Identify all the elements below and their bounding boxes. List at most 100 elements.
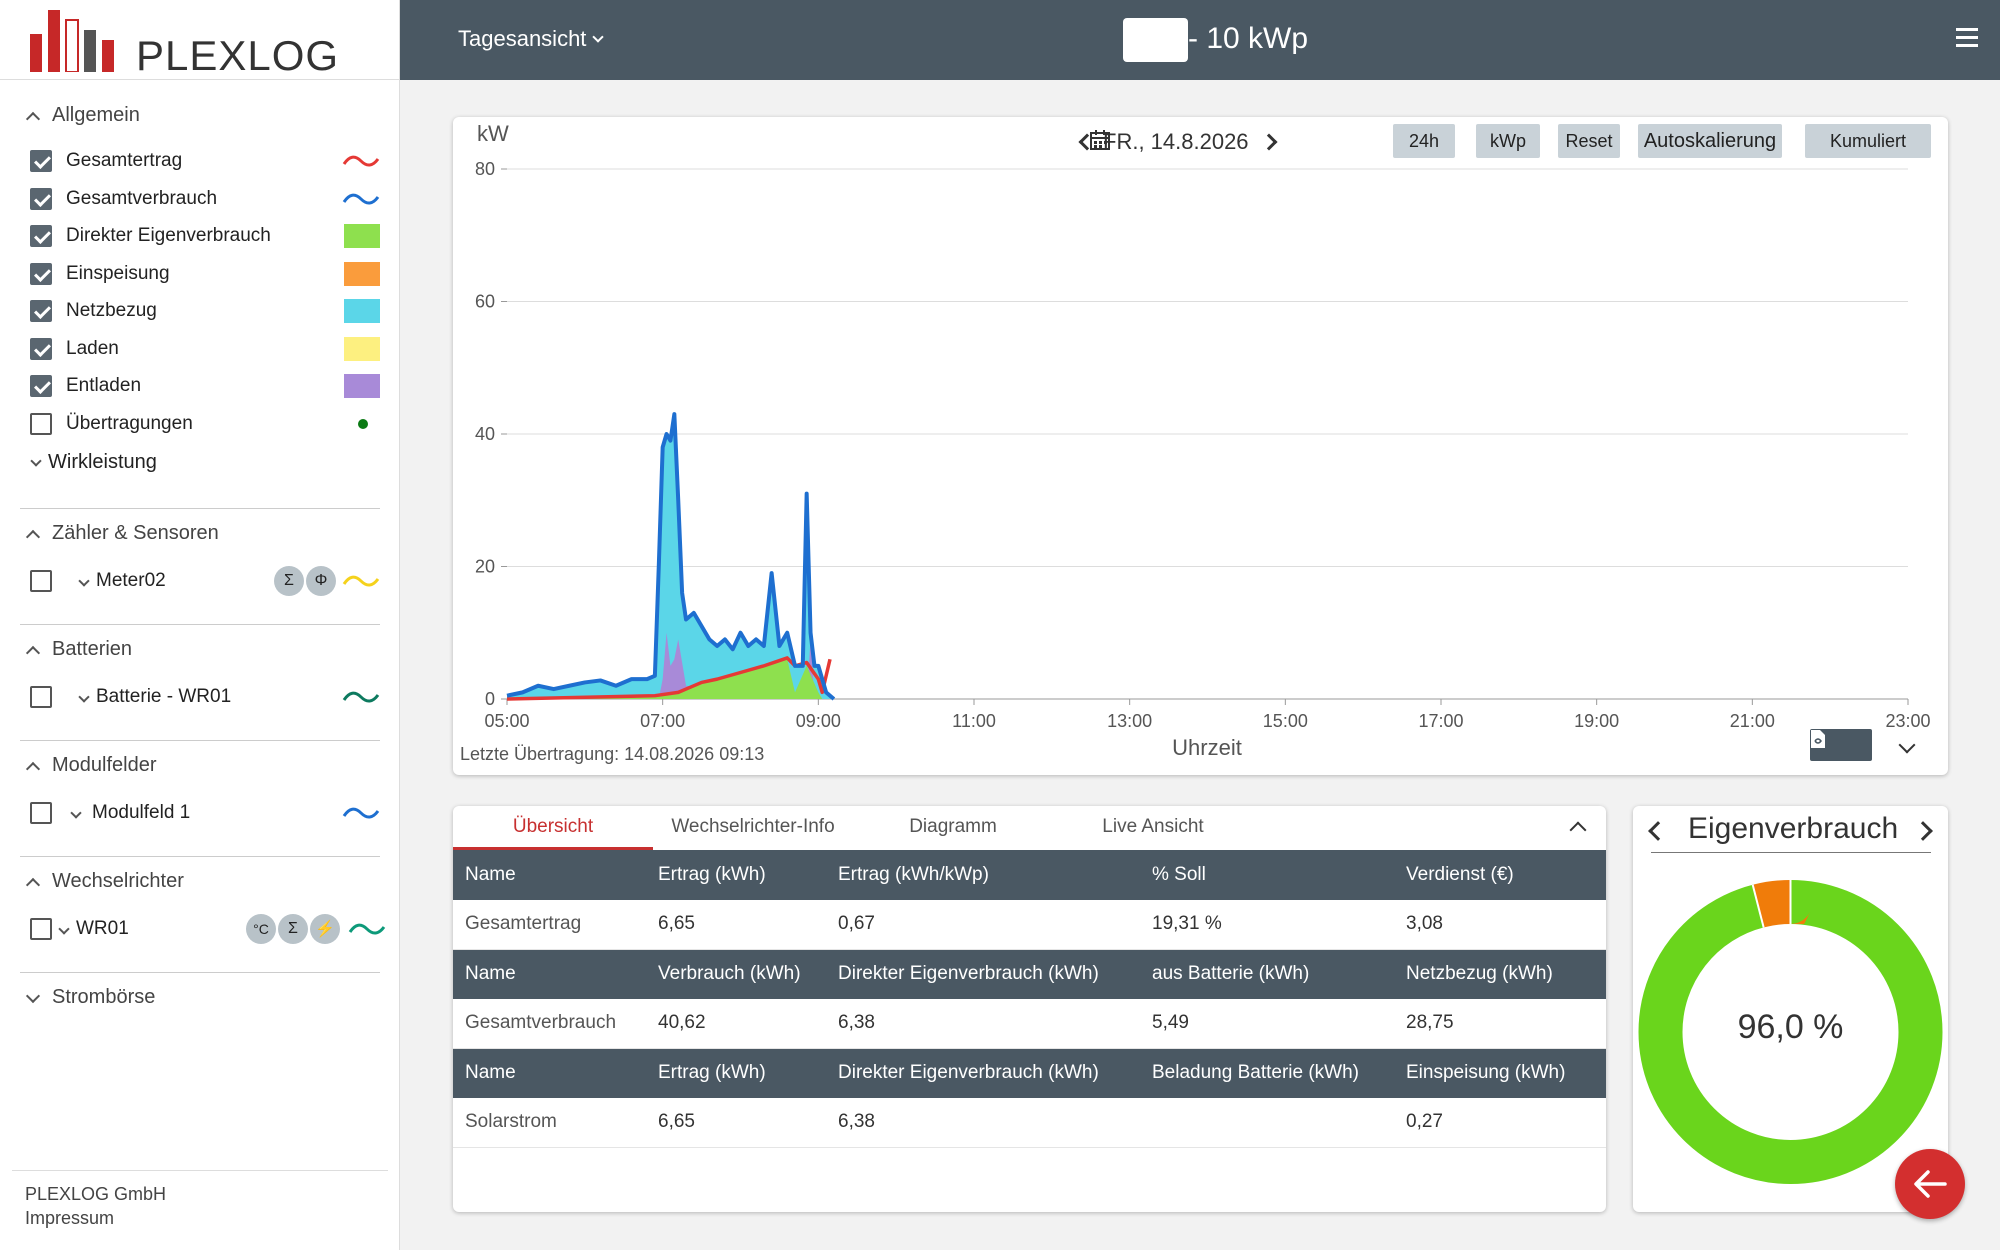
legend-label: Gesamtverbrauch bbox=[66, 188, 218, 209]
x-tick-label: 17:00 bbox=[1418, 711, 1463, 731]
next-day-icon[interactable] bbox=[1260, 133, 1278, 151]
table-row: Solarstrom 6,65 6,38 0,27 bbox=[453, 1098, 1606, 1148]
checkbox[interactable] bbox=[30, 150, 52, 172]
y-axis-label: kW bbox=[477, 121, 509, 146]
checkbox[interactable] bbox=[30, 686, 52, 708]
section-modulfelder-header[interactable]: Modulfelder bbox=[25, 754, 157, 777]
table-header-row: Name Ertrag (kWh) Ertrag (kWh/kWp) % Sol… bbox=[453, 850, 1606, 900]
meter02-item[interactable]: Meter02 Σ Φ bbox=[30, 566, 380, 596]
sum-badge-icon[interactable]: Σ bbox=[274, 566, 304, 596]
btn-kwp[interactable]: kWp bbox=[1476, 124, 1540, 158]
wave-teal-icon bbox=[348, 923, 386, 935]
current-date[interactable]: FR., 14.8.2026 bbox=[1103, 129, 1249, 155]
last-transfer-text: Letzte Übertragung: 14.08.2026 09:13 bbox=[460, 744, 765, 764]
hamburger-menu-icon[interactable] bbox=[1956, 28, 1978, 48]
table-header: Direkter Eigenverbrauch (kWh) bbox=[826, 1048, 1140, 1098]
dot-icon bbox=[358, 419, 368, 429]
btn-reset[interactable]: Reset bbox=[1558, 124, 1620, 158]
chevron-down-icon bbox=[592, 31, 605, 43]
export-button[interactable] bbox=[1810, 729, 1872, 761]
tab-live-ansicht[interactable]: Live Ansicht bbox=[1053, 806, 1253, 850]
section-batterien-header[interactable]: Batterien bbox=[25, 638, 132, 661]
batterie-item[interactable]: Batterie - WR01 bbox=[30, 683, 380, 711]
wave-red-icon bbox=[342, 155, 380, 167]
checkbox[interactable] bbox=[30, 225, 52, 247]
temperature-badge-icon[interactable]: °C bbox=[246, 914, 276, 944]
sidebar: PLEXLOG Allgemein Gesamtertrag Gesamtver… bbox=[0, 0, 400, 1250]
btn-autoskalierung[interactable]: Autoskalierung bbox=[1638, 124, 1782, 158]
chevron-up-icon bbox=[25, 761, 41, 776]
impressum-link[interactable]: Impressum bbox=[25, 1208, 114, 1229]
legend-item-laden[interactable]: Laden bbox=[30, 335, 380, 363]
chevron-down-icon[interactable] bbox=[78, 575, 90, 587]
sum-badge-icon[interactable]: Σ bbox=[278, 914, 308, 944]
section-title: Zähler & Sensoren bbox=[52, 522, 219, 544]
view-selector[interactable]: Tagesansicht bbox=[458, 26, 605, 52]
checkbox[interactable] bbox=[30, 918, 52, 940]
tab-wechselrichter-info[interactable]: Wechselrichter-Info bbox=[653, 806, 853, 850]
x-tick-label: 07:00 bbox=[640, 711, 685, 731]
color-swatch bbox=[344, 337, 380, 361]
table-cell bbox=[1140, 1098, 1394, 1148]
back-button[interactable] bbox=[1895, 1149, 1965, 1219]
wr01-item[interactable]: WR01 °C Σ ⚡ bbox=[30, 914, 386, 944]
table-cell: Solarstrom bbox=[453, 1098, 646, 1148]
btn-kumuliert[interactable]: Kumuliert bbox=[1805, 124, 1931, 158]
tab-diagramm[interactable]: Diagramm bbox=[853, 806, 1053, 850]
phase-badge-icon[interactable]: Φ bbox=[306, 566, 336, 596]
section-zaehler-header[interactable]: Zähler & Sensoren bbox=[25, 522, 219, 545]
checkbox[interactable] bbox=[30, 570, 52, 592]
plant-name-box bbox=[1123, 18, 1188, 62]
x-tick-label: 13:00 bbox=[1107, 711, 1152, 731]
section-allgemein-header[interactable]: Allgemein bbox=[25, 104, 140, 127]
checkbox[interactable] bbox=[30, 300, 52, 322]
color-swatch bbox=[344, 224, 380, 248]
chevron-up-icon bbox=[25, 877, 41, 892]
checkbox[interactable] bbox=[30, 188, 52, 210]
section-stromboerse-header[interactable]: Strombörse bbox=[25, 986, 155, 1009]
calendar-icon[interactable] bbox=[1089, 129, 1111, 151]
section-wechselrichter-header[interactable]: Wechselrichter bbox=[25, 870, 184, 893]
chevron-down-icon[interactable] bbox=[70, 807, 82, 819]
table-header: Verdienst (€) bbox=[1394, 850, 1606, 900]
brand-name: PLEXLOG bbox=[136, 32, 340, 79]
section-title: Modulfelder bbox=[52, 754, 157, 776]
legend-item-entladen[interactable]: Entladen bbox=[30, 372, 380, 400]
checkbox[interactable] bbox=[30, 413, 52, 435]
power-badge-icon[interactable]: ⚡ bbox=[310, 914, 340, 944]
power-chart[interactable]: 0 20 40 60 80 05:00 07:00 09:00 11:00 13:00 15:00 1… bbox=[453, 117, 1948, 775]
table-cell: 6,65 bbox=[646, 1098, 826, 1148]
legend-item-gesamtertrag[interactable]: Gesamtertrag bbox=[30, 147, 380, 175]
checkbox[interactable] bbox=[30, 263, 52, 285]
wirkleistung-toggle[interactable]: Wirkleistung bbox=[30, 451, 157, 474]
table-header: Name bbox=[453, 850, 646, 900]
chevron-down-icon[interactable] bbox=[78, 691, 90, 703]
x-axis-label: Uhrzeit bbox=[1172, 735, 1242, 760]
checkbox[interactable] bbox=[30, 802, 52, 824]
modulfeld-item[interactable]: Modulfeld 1 bbox=[30, 799, 380, 827]
chevron-down-icon bbox=[25, 988, 41, 1003]
top-bar: Tagesansicht - 10 kWp bbox=[400, 0, 2000, 80]
checkbox[interactable] bbox=[30, 338, 52, 360]
plexlog-logo[interactable]: PLEXLOG bbox=[28, 6, 338, 79]
footer-company: PLEXLOG GmbH bbox=[25, 1184, 167, 1204]
btn-24h[interactable]: 24h bbox=[1393, 124, 1455, 158]
section-divider bbox=[20, 856, 380, 857]
x-tick-label: 11:00 bbox=[952, 711, 996, 731]
legend-item-uebertragungen[interactable]: Übertragungen bbox=[30, 410, 380, 438]
chevron-up-icon[interactable] bbox=[1569, 821, 1587, 839]
chart-card: 0 20 40 60 80 05:00 07:00 09:00 11:00 13:00 15:00 1… bbox=[453, 117, 1948, 775]
chevron-down-icon[interactable] bbox=[58, 923, 70, 935]
legend-item-gesamtverbrauch[interactable]: Gesamtverbrauch bbox=[30, 185, 380, 213]
summary-table: Name Ertrag (kWh) Ertrag (kWh/kWp) % Sol… bbox=[453, 850, 1606, 1148]
legend-item-direkter-eigenverbrauch[interactable]: Direkter Eigenverbrauch bbox=[30, 222, 380, 250]
tab-uebersicht[interactable]: Übersicht bbox=[453, 806, 653, 850]
legend-item-netzbezug[interactable]: Netzbezug bbox=[30, 297, 380, 325]
table-header: % Soll bbox=[1140, 850, 1394, 900]
summary-card: Übersicht Wechselrichter-Info Diagramm L… bbox=[453, 806, 1606, 1212]
legend-item-einspeisung[interactable]: Einspeisung bbox=[30, 260, 380, 288]
y-tick-label: 80 bbox=[475, 159, 495, 179]
checkbox[interactable] bbox=[30, 375, 52, 397]
x-tick-label: 09:00 bbox=[796, 711, 841, 731]
legend-label: Einspeisung bbox=[66, 263, 170, 284]
